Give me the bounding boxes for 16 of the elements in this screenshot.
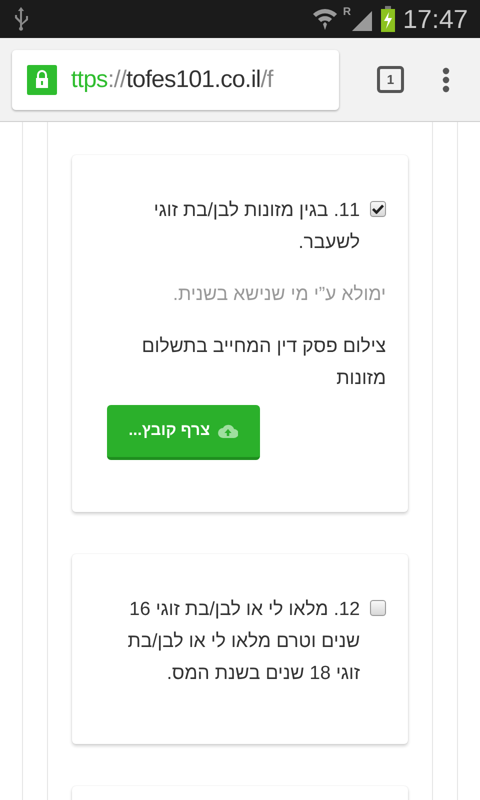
- battery-charging-icon: [380, 6, 395, 32]
- usb-icon: [12, 6, 30, 32]
- clock-time: 17:47: [402, 2, 468, 36]
- wifi-icon: [310, 6, 339, 32]
- attachment-label: צילום פסק דין המחייב בתשלום מזונות: [140, 335, 386, 391]
- menu-icon[interactable]: [442, 66, 450, 92]
- checkbox[interactable]: [370, 201, 386, 217]
- cloud-upload-icon: [218, 424, 238, 438]
- question-text: 11. בגין מזונות לבן/בת זוגי לשעבר.: [152, 199, 360, 255]
- roaming-indicator: R: [342, 5, 351, 20]
- checkbox[interactable]: [370, 600, 386, 616]
- question-text: 12. מלאו לי או לבן/בת זוגי 16 שנים וטרם מלאו לי או לבן/בת זוגי 18 שנים בשנת המס.: [126, 598, 360, 686]
- note-text: ימולא ע”י מי שנישא בשנית.: [172, 283, 386, 307]
- url-text: ttps://tofes101.co.il/f: [71, 64, 273, 94]
- tab-count[interactable]: 1: [377, 66, 404, 93]
- address-bar[interactable]: ttps://tofes101.co.il/f: [12, 50, 339, 110]
